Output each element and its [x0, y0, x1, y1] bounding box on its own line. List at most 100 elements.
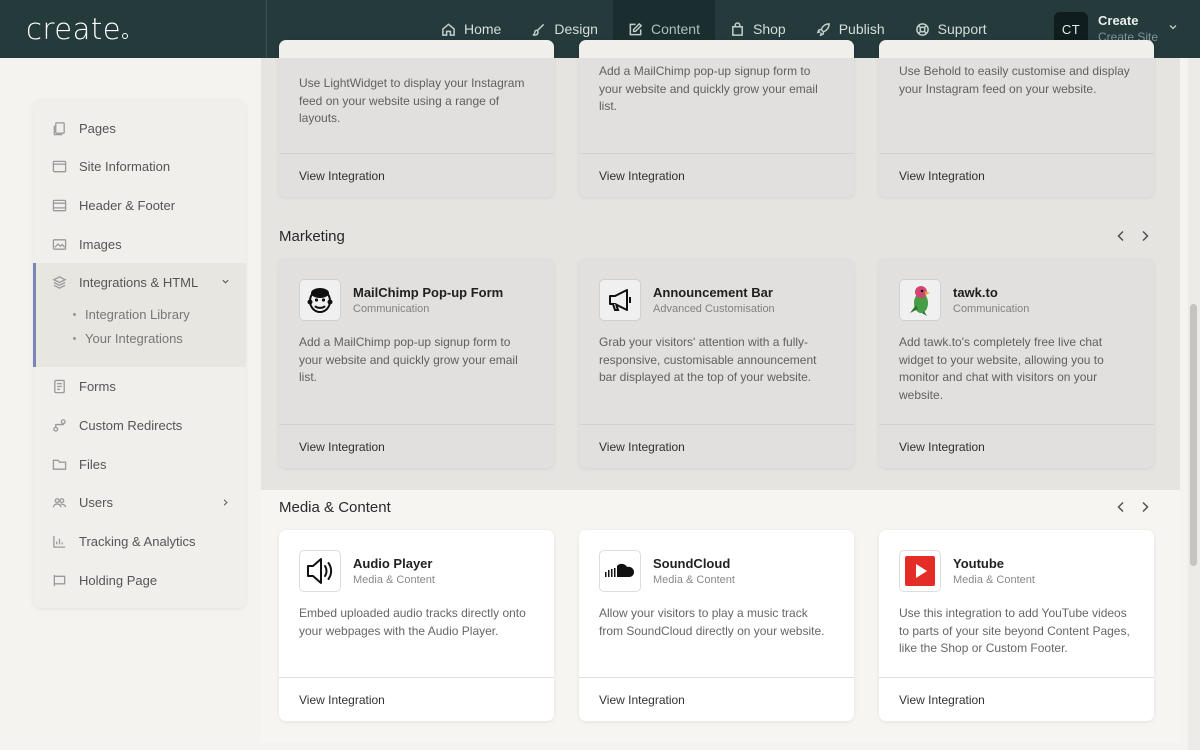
- nav-content-label: Content: [650, 21, 700, 37]
- card-category: Communication: [353, 302, 430, 315]
- view-integration-link[interactable]: View Integration: [879, 153, 1154, 197]
- card-heading: MailChimp Pop-up Form Communication: [353, 284, 503, 317]
- integration-card-audio-player[interactable]: Audio Player Media & Content Embed uploa…: [279, 530, 554, 721]
- integration-card-behold[interactable]: Use Behold to easily customise and displ…: [879, 40, 1154, 197]
- card-category: Media & Content: [953, 573, 1035, 586]
- card-heading: Youtube Media & Content: [953, 555, 1035, 588]
- nav-publish-label: Publish: [838, 21, 885, 37]
- integration-card-youtube[interactable]: Youtube Media & Content Use this integra…: [879, 530, 1154, 721]
- card-title: Youtube: [953, 555, 1005, 571]
- sidebar-item-label: Tracking & Analytics: [79, 533, 196, 549]
- chevron-right-icon: [223, 498, 228, 506]
- integration-card-soundcloud[interactable]: SoundCloud Media & Content Allow your vi…: [579, 530, 854, 721]
- card-description: Embed uploaded audio tracks directly ont…: [299, 606, 526, 638]
- sidebar-subitem-your-integrations[interactable]: Your Integrations: [73, 331, 183, 346]
- youtube-icon: [899, 550, 941, 592]
- card-description: Add a MailChimp pop-up signup form to yo…: [299, 335, 518, 384]
- chevron-left-icon[interactable]: [1116, 230, 1126, 242]
- integration-card-mailchimp-top[interactable]: Add a MailChimp pop-up signup form to yo…: [579, 40, 854, 197]
- mailchimp-icon: [299, 279, 341, 321]
- home-icon: [442, 22, 455, 36]
- card-title: MailChimp Pop-up Form: [353, 284, 504, 300]
- sidebar-subitem-label: Integration Library: [85, 307, 190, 322]
- view-integration-link[interactable]: View Integration: [579, 677, 854, 721]
- view-integration-link[interactable]: View Integration: [879, 677, 1154, 721]
- form-icon: [54, 379, 65, 393]
- sidebar-subitem-label: Your Integrations: [85, 331, 183, 346]
- media-carousel-controls: [1116, 501, 1150, 513]
- card-header: Announcement Bar Advanced Customisation: [599, 279, 775, 321]
- card-description: Use LightWidget to display your Instagra…: [299, 76, 525, 125]
- card-header: tawk.to Communication: [899, 279, 1029, 321]
- card-description: Use this integration to add YouTube vide…: [899, 606, 1130, 655]
- view-integration-link[interactable]: View Integration: [279, 424, 554, 468]
- sidebar-item-label: Users: [79, 494, 113, 510]
- integration-card-mailchimp-popup[interactable]: MailChimp Pop-up Form Communication Add …: [279, 259, 554, 468]
- sidebar-item-label: Header & Footer: [79, 197, 176, 213]
- card-description: Use Behold to easily customise and displ…: [899, 64, 1130, 96]
- sidebar: Pages Site Information Header & Footer I…: [33, 100, 246, 608]
- chevron-down-icon: [1169, 25, 1177, 30]
- lifebuoy-icon: [915, 22, 929, 36]
- sidebar-item-images[interactable]: Images: [33, 225, 246, 263]
- view-integration-link[interactable]: View Integration: [579, 153, 854, 197]
- sidebar-item-forms[interactable]: Forms: [33, 367, 246, 405]
- chevron-right-icon[interactable]: [1140, 230, 1150, 242]
- megaphone-icon: [599, 279, 641, 321]
- card-title: SoundCloud: [653, 555, 731, 571]
- sidebar-item-label: Site Information: [79, 158, 171, 174]
- image-icon: [52, 238, 67, 250]
- nav-home-label: Home: [464, 21, 502, 37]
- integration-card-lightwidget[interactable]: Use LightWidget to display your Instagra…: [279, 40, 554, 197]
- card-heading: SoundCloud Media & Content: [653, 555, 735, 588]
- section-title-marketing: Marketing: [279, 228, 345, 245]
- card-title: Announcement Bar: [653, 284, 773, 300]
- card-header: MailChimp Pop-up Form Communication: [299, 279, 503, 321]
- chart-icon: [53, 535, 66, 548]
- sidebar-item-header-footer[interactable]: Header & Footer: [33, 186, 246, 224]
- bullet-icon: [73, 337, 76, 340]
- integration-card-announcement-bar[interactable]: Announcement Bar Advanced Customisation …: [579, 259, 854, 468]
- pages-icon: [53, 121, 65, 135]
- sidebar-item-users[interactable]: Users: [33, 483, 246, 521]
- sidebar-item-pages[interactable]: Pages: [33, 109, 246, 147]
- sidebar-item-label: Custom Redirects: [79, 417, 183, 433]
- folder-icon: [52, 459, 67, 470]
- card-title: Audio Player: [353, 555, 433, 571]
- card-category: Media & Content: [653, 573, 735, 586]
- card-header: Audio Player Media & Content: [299, 550, 435, 592]
- card-header: Youtube Media & Content: [899, 550, 1035, 592]
- window-icon: [52, 160, 67, 172]
- chevron-right-icon[interactable]: [1140, 501, 1150, 513]
- layout-icon: [52, 199, 67, 211]
- users-icon: [52, 497, 67, 507]
- sidebar-item-tracking-analytics[interactable]: Tracking & Analytics: [33, 522, 246, 560]
- scrollbar[interactable]: [1188, 58, 1200, 750]
- sidebar-item-label: Images: [79, 236, 122, 252]
- sidebar-item-label: Pages: [79, 120, 116, 136]
- card-heading: Audio Player Media & Content: [353, 555, 435, 588]
- card-category: Advanced Customisation: [653, 302, 775, 315]
- card-title: tawk.to: [953, 284, 998, 300]
- card-header: SoundCloud Media & Content: [599, 550, 735, 592]
- card-description: Add tawk.to's completely free live chat …: [899, 335, 1104, 402]
- scrollbar-thumb[interactable]: [1190, 304, 1197, 566]
- holding-page-icon: [53, 574, 66, 586]
- sidebar-item-label: Forms: [79, 378, 116, 394]
- logo-divider: [266, 0, 267, 58]
- nav-design-label: Design: [554, 21, 598, 37]
- app-logo[interactable]: create: [26, 12, 129, 46]
- sidebar-subitem-integration-library[interactable]: Integration Library: [73, 307, 190, 322]
- integration-card-tawkto[interactable]: tawk.to Communication Add tawk.to's comp…: [879, 259, 1154, 468]
- sidebar-item-site-information[interactable]: Site Information: [33, 147, 246, 185]
- chevron-left-icon[interactable]: [1116, 501, 1126, 513]
- sidebar-item-files[interactable]: Files: [33, 445, 246, 483]
- view-integration-link[interactable]: View Integration: [279, 153, 554, 197]
- view-integration-link[interactable]: View Integration: [279, 677, 554, 721]
- view-integration-link[interactable]: View Integration: [579, 424, 854, 468]
- sidebar-item-holding-page[interactable]: Holding Page: [33, 561, 246, 599]
- sidebar-item-integrations[interactable]: Integrations & HTML: [36, 263, 249, 301]
- brush-icon: [532, 23, 545, 36]
- sidebar-item-custom-redirects[interactable]: Custom Redirects: [33, 406, 246, 444]
- view-integration-link[interactable]: View Integration: [879, 424, 1154, 468]
